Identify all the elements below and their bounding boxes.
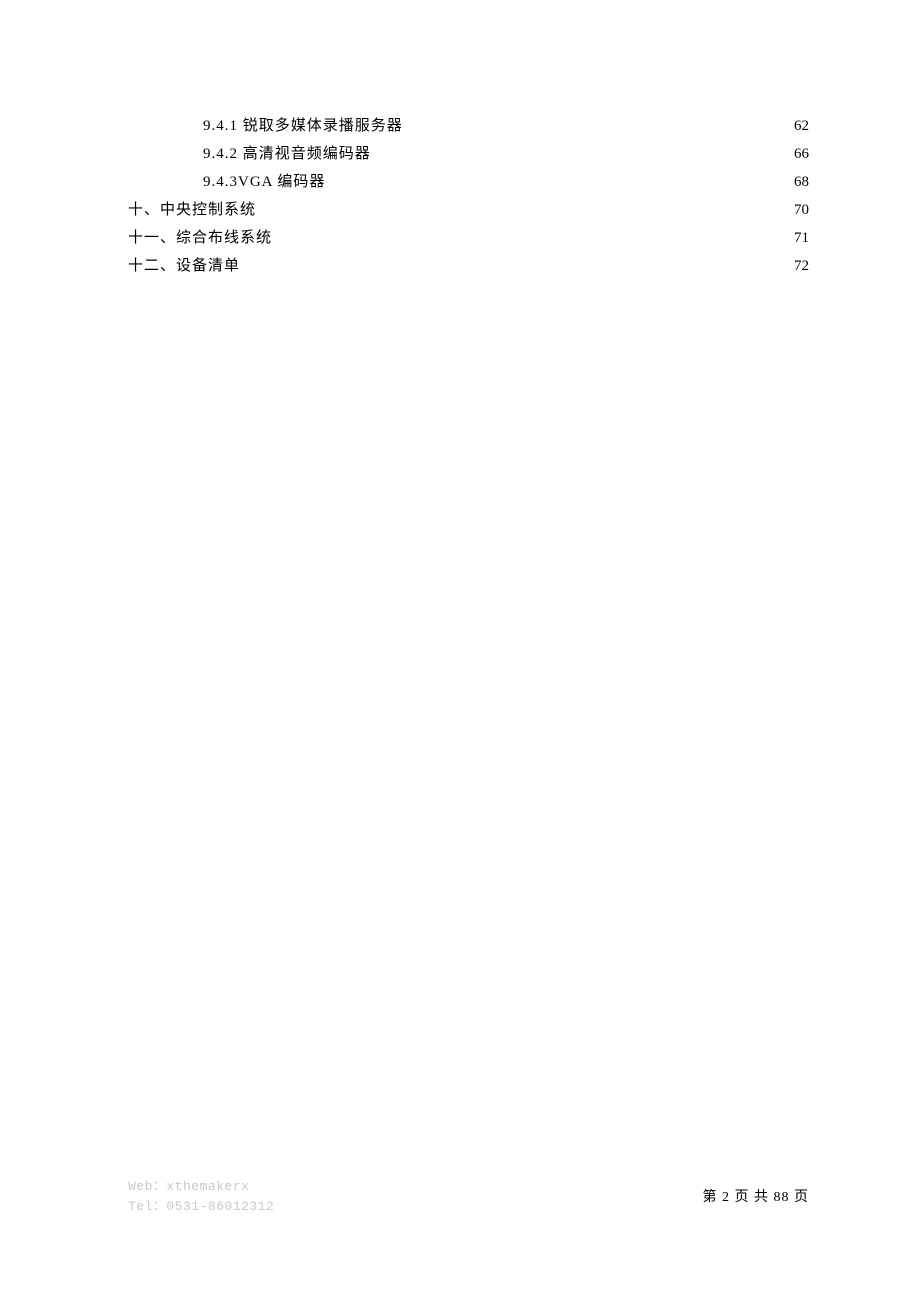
toc-leader-dots [272, 227, 792, 242]
page-mid: 页 共 [730, 1190, 774, 1205]
toc-entry: 9.4.2 高清视音频编码器 66 [128, 140, 809, 168]
toc-entry: 十一、综合布线系统 71 [128, 224, 809, 252]
toc-content: 9.4.1 锐取多媒体录播服务器 62 9.4.2 高清视音频编码器 66 9.… [0, 0, 920, 280]
toc-page-number: 71 [794, 224, 809, 252]
page-footer: Web：xthemakerx Tel：0531-86012312 第 2 页 共… [0, 1177, 920, 1217]
footer-web-value: xthemakerx [166, 1179, 249, 1194]
toc-entry: 十、中央控制系统 70 [128, 196, 809, 224]
page-current: 2 [722, 1190, 730, 1205]
toc-page-number: 72 [794, 252, 809, 280]
footer-tel-label: Tel： [128, 1199, 166, 1214]
footer-tel-value: 0531-86012312 [166, 1199, 274, 1214]
toc-page-number: 68 [794, 168, 809, 196]
toc-leader-dots [256, 199, 792, 214]
toc-label: 十、中央控制系统 [128, 196, 256, 224]
toc-label: 十二、设备清单 [128, 252, 240, 280]
page-prefix: 第 [703, 1190, 723, 1205]
toc-entry: 十二、设备清单 72 [128, 252, 809, 280]
footer-pagination: 第 2 页 共 88 页 [703, 1186, 810, 1206]
toc-leader-dots [371, 143, 792, 158]
toc-entry: 9.4.1 锐取多媒体录播服务器 62 [128, 112, 809, 140]
page-total: 88 [774, 1190, 790, 1205]
page-suffix: 页 [790, 1190, 810, 1205]
toc-label: 十一、综合布线系统 [128, 224, 272, 252]
toc-page-number: 66 [794, 140, 809, 168]
toc-page-number: 62 [794, 112, 809, 140]
toc-label: 9.4.1 锐取多媒体录播服务器 [203, 112, 403, 140]
toc-label: 9.4.3VGA 编码器 [203, 168, 325, 196]
toc-leader-dots [325, 171, 792, 186]
toc-page-number: 70 [794, 196, 809, 224]
toc-leader-dots [403, 115, 792, 130]
toc-entry: 9.4.3VGA 编码器 68 [128, 168, 809, 196]
toc-leader-dots [240, 255, 792, 270]
toc-label: 9.4.2 高清视音频编码器 [203, 140, 371, 168]
footer-web-label: Web： [128, 1179, 166, 1194]
